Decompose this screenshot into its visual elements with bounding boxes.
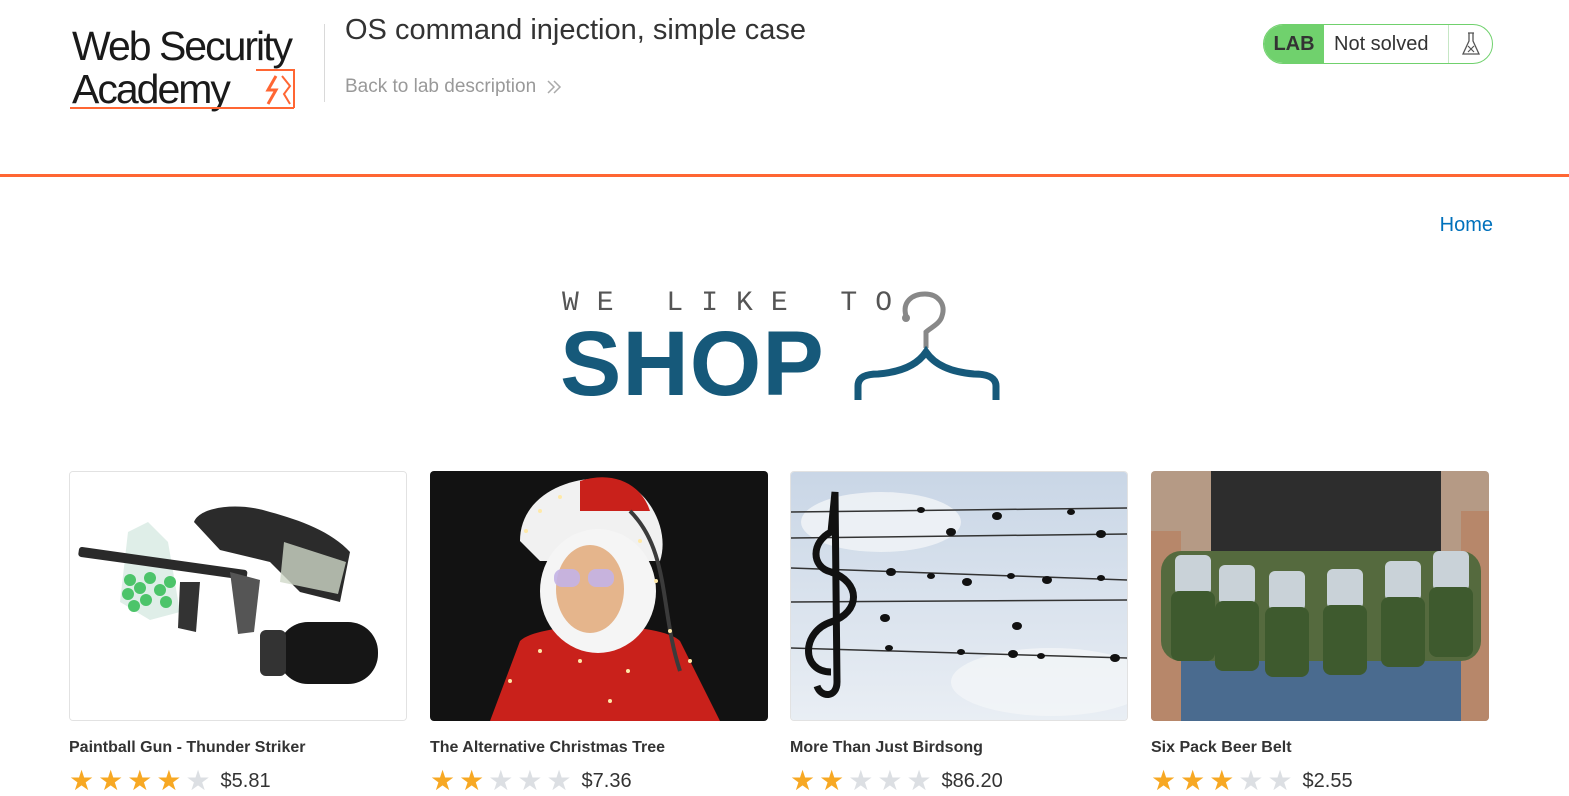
star-icon: ★ [1180,765,1206,796]
we-like-to-shop-banner: WE LIKE TO SHOP [560,288,1004,410]
lab-badge: LAB [1264,25,1324,63]
double-chevron-right-icon [547,80,562,94]
back-to-lab-description-link[interactable]: Back to lab description [345,76,562,98]
star-icon: ★ [1151,765,1177,796]
header-accent-rule [0,174,1569,177]
star-icon: ★ [185,765,211,796]
paintball-gun-image[interactable] [69,471,407,721]
star-icon: ★ [98,765,124,796]
product-price: $5.81 [220,769,271,792]
product-name[interactable]: Six Pack Beer Belt [1151,739,1489,757]
product-rating: ★ ★ ★ ★ ★ $2.55 [1151,767,1489,795]
star-icon: ★ [546,765,572,796]
logo-divider [324,24,325,102]
web-security-academy-logo[interactable]: Web Security Academy [68,20,324,115]
academy-header: Web Security Academy OS command injectio… [0,0,1569,176]
svg-text:Web Security: Web Security [72,23,294,69]
svg-text:Academy: Academy [72,66,231,112]
flask-icon [1448,25,1492,63]
product-card: More Than Just Birdsong ★ ★ ★ ★ ★ $86.20 [790,471,1128,795]
lab-status-text: Not solved [1334,32,1429,55]
lab-title: OS command injection, simple case [345,14,806,46]
home-link[interactable]: Home [1440,214,1493,237]
star-icon: ★ [127,765,153,796]
product-price: $86.20 [941,769,1003,792]
star-icon: ★ [156,765,182,796]
product-rating: ★ ★ ★ ★ ★ $5.81 [69,767,407,795]
star-icon: ★ [790,765,816,796]
star-icon: ★ [517,765,543,796]
star-icon: ★ [906,765,932,796]
star-icon: ★ [430,765,456,796]
product-price: $2.55 [1302,769,1353,792]
star-icon: ★ [1209,765,1235,796]
star-icon: ★ [877,765,903,796]
product-grid: Paintball Gun - Thunder Striker ★ ★ ★ ★ … [69,471,1489,795]
product-name[interactable]: Paintball Gun - Thunder Striker [69,739,407,757]
star-icon: ★ [69,765,95,796]
star-icon: ★ [1238,765,1264,796]
birdsong-image[interactable] [790,471,1128,721]
product-rating: ★ ★ ★ ★ ★ $86.20 [790,767,1128,795]
star-icon: ★ [488,765,514,796]
six-pack-beer-belt-image[interactable] [1151,471,1489,721]
christmas-tree-costume-image[interactable] [430,471,768,721]
star-icon: ★ [848,765,874,796]
product-card: The Alternative Christmas Tree ★ ★ ★ ★ ★… [430,471,768,795]
lab-status-widget: LAB Not solved [1263,24,1493,64]
product-name[interactable]: More Than Just Birdsong [790,739,1128,757]
product-rating: ★ ★ ★ ★ ★ $7.36 [430,767,768,795]
star-icon: ★ [1267,765,1293,796]
banner-shop-text: SHOP [560,313,825,415]
star-icon: ★ [459,765,485,796]
product-card: Paintball Gun - Thunder Striker ★ ★ ★ ★ … [69,471,407,795]
product-name[interactable]: The Alternative Christmas Tree [430,739,768,757]
product-price: $7.36 [581,769,632,792]
product-card: Six Pack Beer Belt ★ ★ ★ ★ ★ $2.55 [1151,471,1489,795]
back-link-label: Back to lab description [345,76,537,97]
star-icon: ★ [819,765,845,796]
hanger-icon [854,291,1000,400]
